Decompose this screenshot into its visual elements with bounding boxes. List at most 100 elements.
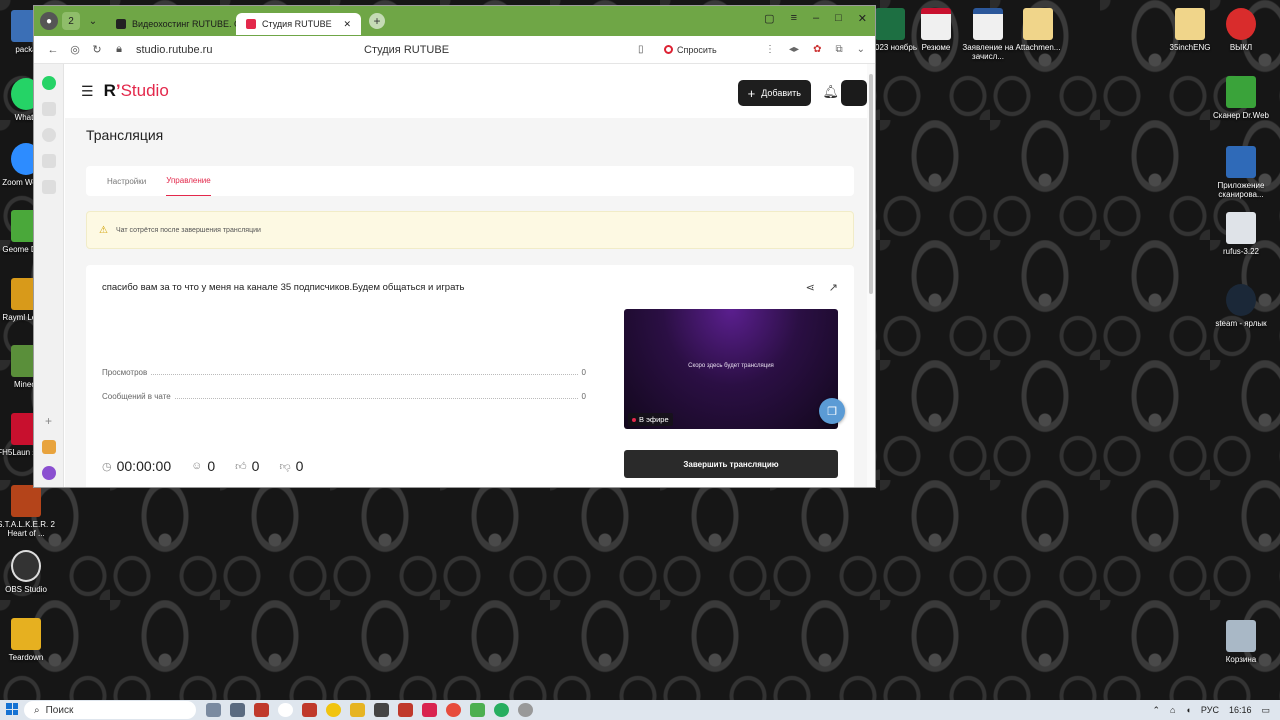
whatsapp-sidebar-icon[interactable]	[41, 76, 56, 90]
plus-icon: +	[747, 85, 756, 101]
window-controls: ▢ ≡ – □ ✕	[764, 12, 867, 25]
audio-icon[interactable]: ◂▸	[789, 44, 799, 55]
notes-sidebar-icon[interactable]	[41, 180, 56, 194]
desktop-icon[interactable]: Attachmen...	[1008, 8, 1068, 52]
play-sidebar-icon[interactable]	[41, 128, 56, 142]
desktop-icon[interactable]: ВЫКЛ	[1211, 8, 1271, 52]
metric-viewers: ☺ 0	[191, 458, 216, 474]
app-icon[interactable]	[494, 703, 509, 717]
ask-button[interactable]: Спросить	[664, 45, 717, 55]
tab-bar: ● 2 ⌄ Видеохостинг RUTUBE. С Студия RUTU…	[34, 6, 875, 36]
extension-icon[interactable]: ✿	[813, 44, 821, 55]
network-icon[interactable]: ⌂	[1170, 705, 1175, 715]
tab-rutube-hosting[interactable]: Видеохостинг RUTUBE. С	[106, 13, 236, 35]
desktop-icon[interactable]: S.T.A.L.K.E.R. 2 Heart of ...	[0, 485, 56, 538]
chevron-up-icon[interactable]: ⌃	[1153, 705, 1161, 716]
url-field[interactable]: studio.rutube.ru	[136, 44, 212, 56]
clock[interactable]: 16:16	[1229, 705, 1252, 715]
thumbs-up-icon: 👍︎	[235, 460, 247, 473]
add-sidebar-icon[interactable]: +	[42, 414, 56, 428]
windows-start-icon[interactable]	[6, 703, 18, 715]
shield-sidebar-icon[interactable]	[41, 102, 56, 116]
share-icon[interactable]: ⋖	[806, 281, 815, 294]
yandex-browser-icon[interactable]	[278, 703, 293, 717]
card-actions: ⋖ ↗	[806, 281, 838, 294]
maximize-icon[interactable]: □	[835, 12, 842, 25]
clock-icon: ◷	[102, 460, 112, 473]
chat-notice: ⚠ Чат сотрётся после завершения трансляц…	[86, 211, 854, 249]
desktop-icon[interactable]: Teardown	[0, 618, 56, 662]
external-link-icon[interactable]: ↗	[829, 281, 838, 294]
taskbar-search[interactable]: ⌕ Поиск	[24, 701, 196, 719]
volume-icon[interactable]: ◖	[1185, 705, 1190, 715]
taskbar: ⌕ Поиск ⌃ ⌂ ◖ РУС 16:16 ▭	[0, 700, 1280, 720]
app-icon[interactable]	[302, 703, 317, 717]
end-stream-button[interactable]: Завершить трансляцию	[624, 450, 838, 478]
explorer-icon[interactable]	[350, 703, 365, 717]
system-tray: ⌃ ⌂ ◖ РУС 16:16 ▭	[1153, 705, 1271, 716]
back-icon[interactable]: ←	[42, 44, 64, 56]
rutube-favicon-icon	[246, 19, 256, 29]
bell-icon[interactable]: 🔔︎	[822, 84, 839, 100]
add-button[interactable]: + Добавить	[737, 80, 811, 106]
browser-logo-icon[interactable]: ●	[40, 12, 58, 30]
app-icon[interactable]	[446, 703, 461, 717]
mail-sidebar-icon[interactable]	[41, 440, 56, 454]
stream-card: спасибо вам за то что у меня на канале 3…	[86, 265, 854, 487]
tab-rutube-studio[interactable]: Студия RUTUBE ✕	[236, 13, 361, 35]
studio-page: ☰ R’Studio + Добавить 🔔︎ Трансляция Наст…	[65, 64, 869, 487]
studio-header: ☰ R’Studio + Добавить 🔔︎	[65, 64, 869, 118]
menu-icon[interactable]: ≡	[791, 12, 797, 25]
more-icon[interactable]: ⋮	[765, 44, 775, 55]
shield-icon[interactable]: ◎	[64, 43, 86, 56]
badge-sidebar-icon[interactable]	[41, 154, 56, 168]
close-window-icon[interactable]: ✕	[858, 12, 867, 25]
desktop-icon[interactable]: Корзина	[1211, 620, 1271, 664]
metric-duration: ◷ 00:00:00	[102, 458, 172, 474]
minimize-icon[interactable]: –	[813, 12, 819, 25]
studio-tabs: Настройки Управление	[86, 166, 854, 196]
bookmark-icon[interactable]: ▯	[638, 44, 644, 55]
chrome-icon[interactable]	[326, 703, 341, 717]
tab-management[interactable]: Управление	[166, 166, 211, 196]
tab-settings[interactable]: Настройки	[107, 166, 146, 196]
stream-preview[interactable]: Скоро здесь будет трансляция В эфире	[624, 309, 838, 429]
app-icon[interactable]	[422, 703, 437, 717]
bookmarks-icon[interactable]: ▢	[764, 12, 774, 25]
avatar[interactable]	[841, 80, 867, 106]
browser-window: ● 2 ⌄ Видеохостинг RUTUBE. С Студия RUTU…	[33, 5, 876, 488]
scrollbar-thumb[interactable]	[869, 74, 873, 294]
desktop-icon[interactable]: steam - ярлык	[1211, 284, 1271, 328]
alice-sidebar-icon[interactable]	[41, 466, 56, 480]
lang-indicator[interactable]: РУС	[1201, 705, 1219, 715]
rutube-studio-logo[interactable]: R’Studio	[104, 81, 169, 101]
desktop-icon[interactable]: OBS Studio	[0, 550, 56, 594]
page-scrollbar[interactable]	[867, 64, 875, 487]
download-icon[interactable]: ⌄	[857, 44, 865, 55]
calculator-icon[interactable]	[230, 703, 245, 717]
app-icon[interactable]	[470, 703, 485, 717]
lock-icon: 🔒︎	[116, 43, 122, 55]
new-tab-button[interactable]: +	[369, 13, 385, 29]
close-icon[interactable]: ✕	[343, 19, 351, 30]
desktop-icon[interactable]: Сканер Dr.Web	[1211, 76, 1271, 120]
reload-icon[interactable]: ↻	[86, 43, 108, 56]
stat-row-views: Просмотров 0	[102, 368, 586, 377]
desktop-icon[interactable]: rufus-3.22	[1211, 212, 1271, 256]
screenshot-icon[interactable]: ⧉	[835, 44, 842, 55]
taskview-icon[interactable]	[206, 703, 221, 717]
app-icon[interactable]	[518, 703, 533, 717]
notifications-icon[interactable]: ▭	[1261, 705, 1270, 716]
browser-sidebar: +	[34, 64, 64, 487]
app-icon[interactable]	[254, 703, 269, 717]
settings-icon[interactable]	[374, 703, 389, 717]
desktop-icon[interactable]: Резюме	[906, 8, 966, 52]
desktop-icon[interactable]: Приложение сканирова...	[1211, 146, 1271, 199]
tab-count-badge[interactable]: 2	[62, 12, 80, 30]
app-icon[interactable]	[398, 703, 413, 717]
warning-icon: ⚠	[99, 224, 108, 236]
menu-burger-icon[interactable]: ☰	[81, 83, 94, 100]
preview-placeholder-text: Скоро здесь будет трансляция	[688, 363, 774, 369]
chat-icon[interactable]: ❐	[819, 398, 845, 424]
chevron-down-icon[interactable]: ⌄	[84, 12, 102, 30]
